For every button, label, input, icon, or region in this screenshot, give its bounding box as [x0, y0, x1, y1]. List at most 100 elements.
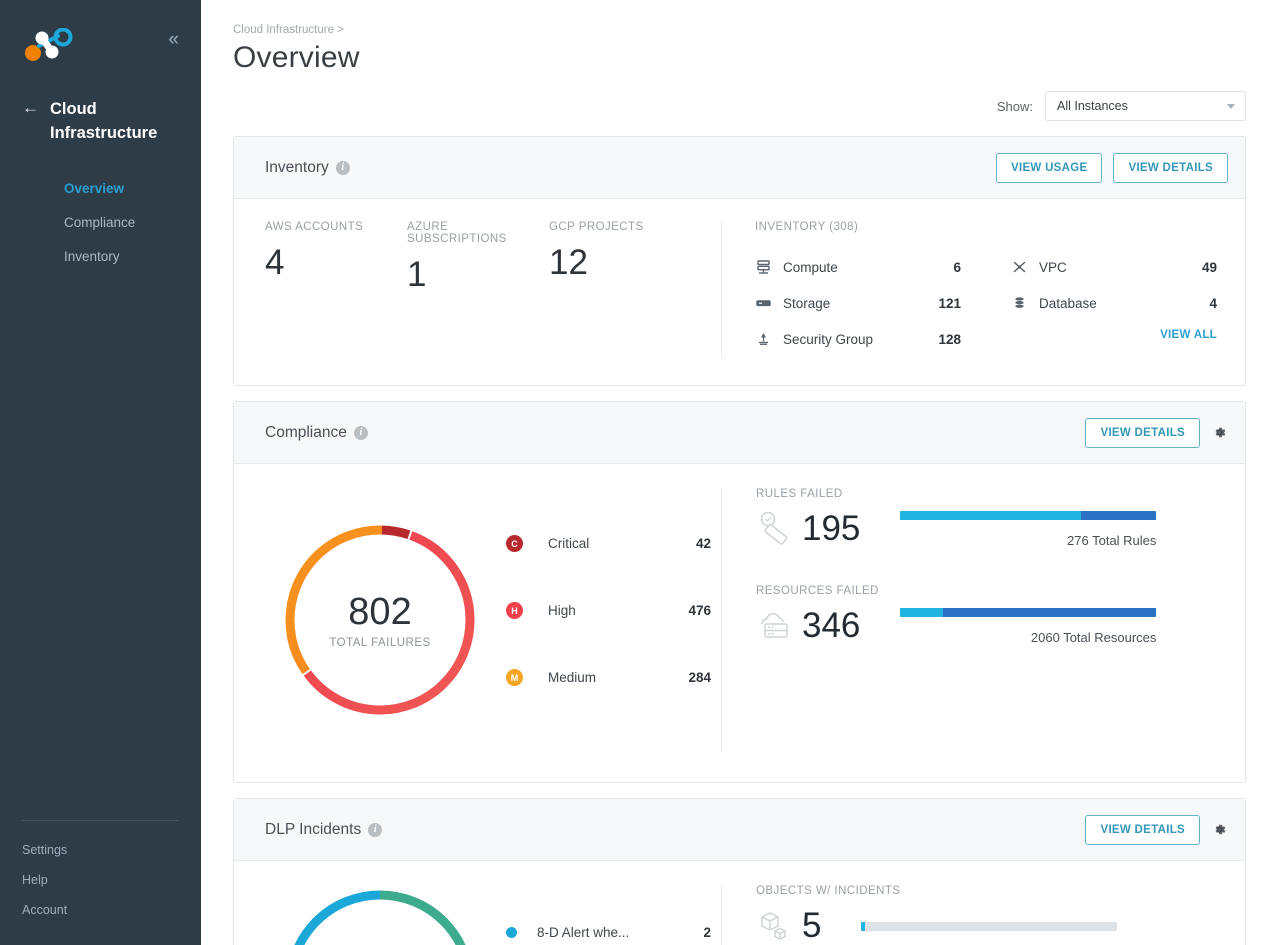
inventory-column-right: VPC 49 Database 4 VIEW ALL: [969, 249, 1225, 357]
sidebar-nav: Overview Compliance Inventory: [22, 172, 183, 274]
legend-row-critical[interactable]: C Critical 42: [506, 510, 721, 577]
objects-value: 5: [802, 906, 822, 945]
rules-total-caption: 276 Total Rules: [1067, 532, 1157, 548]
sidebar-module-title: Cloud Infrastructure: [50, 100, 158, 142]
sidebar-header: «: [0, 0, 201, 62]
sidebar-item-account[interactable]: Account: [22, 895, 179, 925]
info-icon[interactable]: i: [368, 822, 383, 837]
dlp-card-header: DLP Incidents i VIEW DETAILS: [234, 799, 1245, 861]
objects-progress-bar: [861, 921, 1118, 931]
sidebar-item-help[interactable]: Help: [22, 865, 179, 895]
metric-label: RESOURCES FAILED: [756, 585, 879, 597]
resources-bar-fill: [900, 607, 944, 617]
total-failures-label: TOTAL FAILURES: [329, 637, 431, 649]
instances-select[interactable]: All Instances: [1045, 91, 1246, 121]
inventory-column-left: Compute 6 Storage 121 Security Group 128: [755, 249, 969, 357]
inventory-row-security-group[interactable]: Security Group 128: [755, 321, 969, 357]
inventory-item-count: 121: [938, 295, 961, 311]
sidebar-module: ← Cloud Infrastructure Overview Complian…: [0, 97, 201, 274]
rules-progress-bar: [900, 510, 1157, 520]
compliance-legend: C Critical 42 H High 476 M Medium 284: [506, 488, 721, 752]
stat-aws-accounts: AWS ACCOUNTS 4: [265, 221, 407, 357]
inventory-body: AWS ACCOUNTS 4 AZURE SUBSCRIPTIONS 1 GCP…: [234, 199, 1245, 385]
inventory-row-compute[interactable]: Compute 6: [755, 249, 969, 285]
compliance-donut-chart: 802 TOTAL FAILURES: [234, 488, 506, 752]
app-root: « ← Cloud Infrastructure Overview Compli…: [0, 0, 1280, 945]
inventory-row-database[interactable]: Database 4: [1011, 285, 1225, 321]
legend-value: 42: [695, 536, 711, 551]
inventory-item-count: 4: [1209, 295, 1217, 311]
metric-row: 195 276 Total Rules: [756, 509, 1210, 549]
stat-gcp-projects: GCP PROJECTS 12: [549, 221, 691, 357]
compute-icon: [755, 259, 772, 275]
gear-icon[interactable]: [1211, 821, 1228, 838]
legend-value: 284: [688, 670, 711, 685]
objects-bar-fill: [861, 921, 866, 931]
compliance-metrics: RULES FAILED 195 276 Total Rules RESOURC…: [721, 488, 1245, 752]
dlp-objects-metric: OBJECTS W/ INCIDENTS 5: [721, 885, 1245, 945]
inventory-row-storage[interactable]: Storage 121: [755, 285, 969, 321]
legend-value: 476: [688, 603, 711, 618]
chevron-down-icon: [1227, 103, 1235, 109]
gear-icon[interactable]: [1211, 424, 1228, 441]
compliance-view-details-button[interactable]: VIEW DETAILS: [1085, 417, 1200, 448]
collapse-sidebar-icon[interactable]: «: [164, 28, 181, 51]
info-icon[interactable]: i: [335, 160, 350, 175]
severity-high-badge: H: [506, 602, 523, 619]
sidebar-item-settings[interactable]: Settings: [22, 835, 179, 865]
show-label: Show:: [996, 98, 1033, 114]
dlp-view-details-button[interactable]: VIEW DETAILS: [1085, 814, 1200, 845]
resources-progress-bar: [900, 607, 1157, 617]
sidebar-footer: Settings Help Account: [0, 820, 201, 945]
view-usage-button[interactable]: VIEW USAGE: [995, 152, 1103, 183]
lacework-logo[interactable]: [22, 27, 74, 62]
back-arrow-icon: ←: [22, 98, 39, 117]
dlp-incidents-card: DLP Incidents i VIEW DETAILS 8-D Alert w…: [233, 798, 1246, 945]
resources-total-caption: 2060 Total Resources: [1030, 629, 1157, 645]
legend-row-medium[interactable]: M Medium 284: [506, 644, 721, 711]
dlp-legend: 8-D Alert whe... 2: [506, 885, 721, 945]
legend-row-high[interactable]: H High 476: [506, 577, 721, 644]
dlp-legend-value: 2: [703, 925, 711, 940]
inventory-item-label: Security Group: [783, 331, 874, 347]
rules-bar-fill: [900, 510, 1082, 520]
objects-row: 5: [756, 906, 1210, 945]
cloud-server-icon: [756, 607, 796, 645]
dlp-actions: VIEW DETAILS: [1085, 814, 1228, 845]
page-title: Overview: [233, 41, 360, 74]
sidebar-divider: [22, 820, 179, 821]
inventory-view-all-link[interactable]: VIEW ALL: [1011, 329, 1225, 341]
stat-azure-subscriptions: AZURE SUBSCRIPTIONS 1: [407, 221, 549, 357]
breadcrumb[interactable]: Cloud Infrastructure >: [233, 0, 1246, 36]
sidebar-item-overview[interactable]: Overview: [64, 172, 183, 206]
dlp-body: 8-D Alert whe... 2 OBJECTS W/ INCIDENTS: [234, 861, 1245, 945]
inventory-breakdown: INVENTORY (308) Compute 6 Storage 121 Se…: [721, 221, 1245, 357]
sidebar-back-link[interactable]: ← Cloud Infrastructure: [22, 97, 183, 145]
stat-label: GCP PROJECTS: [549, 221, 644, 233]
ruler-check-icon: [756, 510, 796, 548]
compliance-card: Compliance i VIEW DETAILS 802 TOTAL FAIL…: [233, 401, 1246, 783]
inventory-item-count: 128: [938, 331, 961, 347]
donut-graphic: 802 TOTAL FAILURES: [280, 520, 480, 720]
metric-resources-failed: RESOURCES FAILED 346 2060 Total Resource…: [756, 585, 1210, 646]
inventory-columns: Compute 6 Storage 121 Security Group 128…: [755, 249, 1225, 357]
compliance-actions: VIEW DETAILS: [1085, 417, 1228, 448]
dlp-donut-chart: [234, 885, 506, 945]
inventory-breakdown-title: INVENTORY (308): [755, 221, 859, 233]
dlp-title: DLP Incidents: [265, 820, 362, 838]
info-icon[interactable]: i: [353, 425, 368, 440]
sidebar-item-inventory[interactable]: Inventory: [64, 240, 183, 274]
resources-bar-area: 2060 Total Resources: [900, 607, 1157, 645]
severity-critical-badge: C: [506, 535, 523, 552]
database-icon: [1011, 295, 1028, 311]
stat-value: 12: [549, 243, 588, 282]
legend-label: High: [548, 603, 576, 618]
sidebar-item-compliance[interactable]: Compliance: [64, 206, 183, 240]
inventory-item-count: 49: [1201, 259, 1217, 275]
main-content: Cloud Infrastructure > Overview Show: Al…: [201, 0, 1280, 945]
metric-label: RULES FAILED: [756, 488, 843, 500]
inventory-row-vpc[interactable]: VPC 49: [1011, 249, 1225, 285]
inventory-view-details-button[interactable]: VIEW DETAILS: [1113, 152, 1228, 183]
storage-icon: [755, 295, 772, 311]
dlp-legend-row[interactable]: 8-D Alert whe... 2: [506, 925, 721, 940]
